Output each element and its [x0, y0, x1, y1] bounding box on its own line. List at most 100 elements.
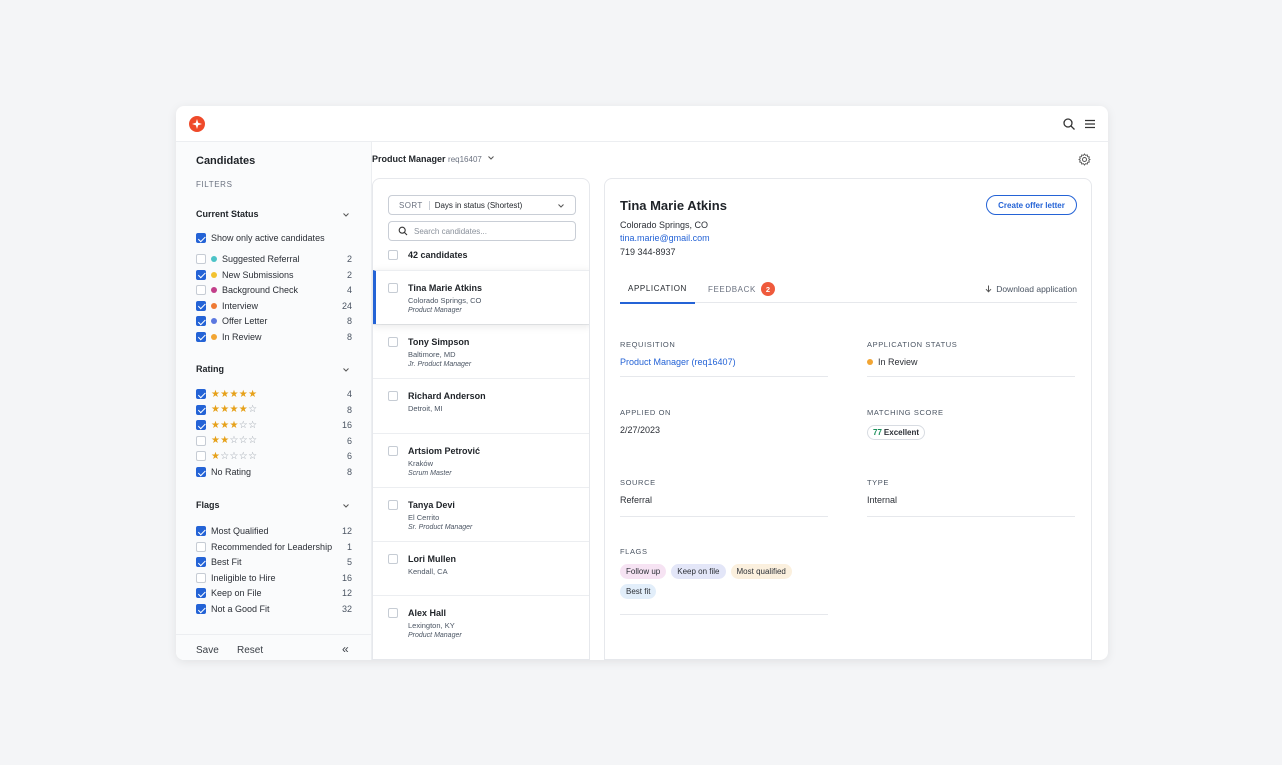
checkbox[interactable]: [388, 608, 398, 619]
checkbox[interactable]: [196, 269, 206, 280]
candidate-location: El Cerrito: [408, 512, 440, 522]
app-window: Candidates FILTERS Current Status Show o…: [176, 106, 1108, 660]
candidate-name: Tina Marie Atkins: [620, 198, 727, 213]
checkbox[interactable]: [196, 404, 206, 415]
sort-dropdown[interactable]: SORT Days in status (Shortest): [388, 195, 576, 215]
filter-label: Show only active candidates: [211, 233, 325, 243]
search-icon[interactable]: [1062, 117, 1076, 131]
filter-row-flag[interactable]: Most Qualified 12: [196, 524, 352, 538]
checkbox[interactable]: [196, 300, 206, 311]
checkbox[interactable]: [388, 499, 398, 510]
candidate-row[interactable]: Tina Marie Atkins Colorado Springs, CO Pro…: [373, 270, 589, 324]
candidate-row[interactable]: Lori Mullen Kendall, CA: [373, 541, 589, 595]
chevron-down-icon[interactable]: [342, 211, 350, 219]
candidate-row[interactable]: Artsiom Petrović Kraków Scrum Master: [373, 432, 589, 487]
field-label: TYPE: [867, 478, 889, 487]
candidate-location: Detroit, MI: [408, 404, 443, 414]
matching-score-pill: 77 Excellent: [867, 425, 926, 440]
filter-count: 8: [346, 404, 352, 415]
type-value: Internal: [867, 495, 898, 505]
filter-row-status[interactable]: Offer Letter 8: [196, 314, 352, 328]
checkbox[interactable]: [196, 389, 206, 399]
checkbox[interactable]: [196, 557, 206, 568]
checkbox[interactable]: [196, 254, 206, 264]
checkbox[interactable]: [196, 604, 206, 614]
flag-chip[interactable]: Best fit: [620, 584, 657, 599]
reset-button[interactable]: Reset: [237, 645, 263, 656]
filters-footer: Save Reset «: [176, 634, 372, 660]
filter-row-flag[interactable]: Keep on File 12: [196, 586, 352, 600]
search-input[interactable]: [414, 226, 564, 236]
checkbox[interactable]: [196, 588, 206, 599]
filter-row-rating[interactable]: ★★☆☆☆ 6: [196, 434, 352, 448]
checkbox[interactable]: [196, 285, 206, 295]
candidate-role: Product Manager: [408, 632, 462, 640]
checkbox[interactable]: [388, 283, 398, 293]
candidate-name: Tony Simpson: [408, 337, 470, 348]
checkbox[interactable]: [388, 445, 398, 456]
filter-row-no-rating[interactable]: No Rating 8: [196, 465, 352, 479]
filter-label: Offer Letter: [222, 316, 268, 326]
filter-row-rating[interactable]: ★☆☆☆☆ 6: [196, 449, 352, 463]
hamburger-menu-icon[interactable]: [1083, 117, 1097, 131]
download-application-link[interactable]: Download application: [985, 284, 1077, 294]
checkbox[interactable]: [196, 541, 206, 552]
field-label: SOURCE: [620, 478, 656, 487]
applied-on-field: APPLIED ON 2/27/2023: [620, 408, 828, 435]
checkbox[interactable]: [196, 451, 206, 462]
checkbox[interactable]: [196, 331, 206, 342]
save-button[interactable]: Save: [196, 645, 219, 656]
rating-filter-heading[interactable]: Rating: [196, 364, 224, 374]
filter-row-rating[interactable]: ★★★★☆ 8: [196, 403, 352, 417]
filter-row-flag[interactable]: Ineligible to Hire 16: [196, 571, 352, 585]
checkbox[interactable]: [388, 337, 398, 348]
filter-label: Best Fit: [211, 557, 242, 568]
filter-row-status[interactable]: Background Check 4: [196, 283, 352, 297]
candidate-row[interactable]: Tony Simpson Baltimore, MD Jr. Product Man…: [373, 324, 589, 378]
flag-chip[interactable]: Most qualified: [730, 564, 792, 579]
filter-row-status[interactable]: New Submissions 2: [196, 268, 352, 282]
checkbox[interactable]: [388, 391, 398, 402]
chevron-down-icon[interactable]: [342, 366, 350, 374]
create-offer-letter-button[interactable]: Create offer letter: [986, 195, 1077, 215]
requisition-selector[interactable]: Product Manager req16407: [372, 154, 495, 164]
checkbox[interactable]: [196, 233, 206, 243]
candidate-row[interactable]: Tanya Devi El Cerrito Sr. Product Manager: [373, 486, 589, 541]
candidate-row[interactable]: Richard Anderson Detroit, MI: [373, 378, 589, 432]
filter-row-rating[interactable]: ★★★★★ 4: [196, 387, 352, 401]
checkbox[interactable]: [196, 526, 206, 536]
checkbox[interactable]: [196, 316, 206, 326]
collapse-panel-button[interactable]: «: [342, 642, 349, 656]
select-all-checkbox[interactable]: [388, 250, 398, 260]
filter-row-rating[interactable]: ★★★☆☆ 16: [196, 418, 352, 432]
checkbox[interactable]: [196, 435, 206, 446]
filter-row-active-only[interactable]: Show only active candidates: [196, 231, 352, 245]
filter-row-status[interactable]: In Review 8: [196, 330, 352, 344]
checkbox[interactable]: [196, 572, 206, 583]
status-dot: [867, 359, 873, 365]
gear-icon[interactable]: [1078, 153, 1091, 166]
tab-feedback[interactable]: FEEDBACK 2: [708, 275, 775, 303]
status-filter-heading[interactable]: Current Status: [196, 209, 259, 219]
flag-chip[interactable]: Follow up: [620, 564, 667, 579]
filter-count: 12: [341, 526, 352, 536]
chevron-down-icon[interactable]: [342, 502, 350, 510]
filter-row-status[interactable]: Suggested Referral 2: [196, 252, 352, 266]
filter-row-status[interactable]: Interview 24: [196, 299, 352, 313]
filter-count: 4: [346, 285, 352, 295]
candidate-email-link[interactable]: tina.marie@gmail.com: [620, 233, 710, 243]
filter-count: 6: [346, 451, 352, 462]
requisition-link[interactable]: Product Manager (req16407): [620, 357, 828, 367]
flags-filter-heading[interactable]: Flags: [196, 500, 220, 510]
checkbox[interactable]: [196, 467, 206, 477]
checkbox[interactable]: [388, 554, 398, 564]
filter-row-flag[interactable]: Recommended for Leadership 1: [196, 540, 352, 554]
spark-logo-icon[interactable]: [189, 116, 205, 132]
flag-chip[interactable]: Keep on file: [671, 564, 726, 579]
filter-row-flag[interactable]: Best Fit 5: [196, 555, 352, 569]
tab-application[interactable]: APPLICATION: [620, 275, 695, 304]
filter-row-flag[interactable]: Not a Good Fit 32: [196, 602, 352, 616]
candidate-row[interactable]: Alex Hall Lexington, KY Product Manager: [373, 595, 589, 649]
candidate-location: Kraków: [408, 458, 434, 468]
checkbox[interactable]: [196, 420, 206, 431]
